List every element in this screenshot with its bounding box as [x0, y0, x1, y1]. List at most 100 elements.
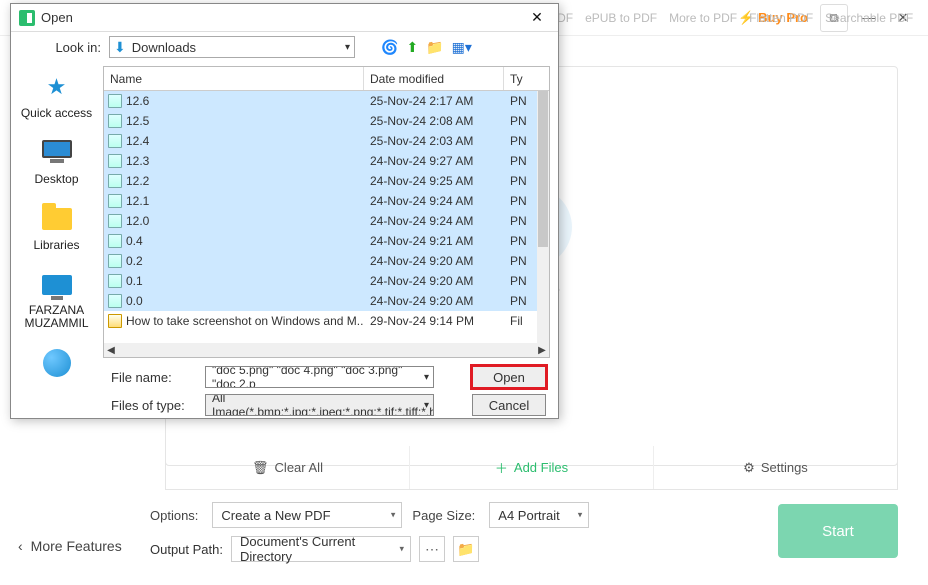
file-row[interactable]: 12.224-Nov-24 9:25 AMPN: [104, 171, 537, 191]
file-type: PN: [504, 254, 537, 268]
file-date: 25-Nov-24 2:17 AM: [364, 94, 504, 108]
file-name: 12.2: [126, 174, 149, 188]
image-file-icon: [108, 114, 122, 128]
pc-icon: [42, 275, 72, 295]
options-label: Options:: [150, 508, 198, 523]
file-name: 0.0: [126, 294, 143, 308]
output-path-select[interactable]: Document's Current Directory▾: [231, 536, 411, 562]
file-name: How to take screenshot on Windows and M.…: [126, 314, 364, 328]
plus-icon: ＋: [495, 458, 508, 477]
file-name: 12.6: [126, 94, 149, 108]
scroll-left-arrow-icon[interactable]: ◀: [104, 345, 118, 356]
open-button[interactable]: Open: [472, 366, 546, 388]
horizontal-scrollbar[interactable]: ◀ ▶: [104, 343, 549, 357]
filename-input[interactable]: "doc 5.png" "doc 4.png" "doc 3.png" "doc…: [205, 366, 434, 388]
file-type: PN: [504, 214, 537, 228]
clear-all-tab[interactable]: 🗑 Clear All: [166, 446, 410, 489]
libraries-icon: [42, 208, 72, 230]
chevron-left-icon: ‹: [18, 538, 23, 554]
html-file-icon: [108, 314, 122, 328]
back-icon[interactable]: 🌀: [381, 39, 398, 56]
scroll-right-arrow-icon[interactable]: ▶: [535, 345, 549, 356]
file-row[interactable]: 12.124-Nov-24 9:24 AMPN: [104, 191, 537, 211]
lookin-label: Look in:: [21, 40, 101, 55]
file-date: 24-Nov-24 9:20 AM: [364, 274, 504, 288]
add-files-tab[interactable]: ＋ Add Files: [410, 446, 654, 489]
file-list[interactable]: 12.625-Nov-24 2:17 AMPN12.525-Nov-24 2:0…: [104, 91, 537, 343]
filetype-label: Files of type:: [111, 398, 195, 413]
file-type: PN: [504, 274, 537, 288]
newfolder-icon[interactable]: 📁: [426, 39, 443, 56]
vertical-scrollbar[interactable]: [537, 91, 549, 343]
lookin-combo[interactable]: ⬇ Downloads ▾: [109, 36, 355, 58]
col-date-header[interactable]: Date modified: [364, 67, 504, 90]
file-row[interactable]: 12.4 25-Nov-24 2:03 AMPN: [104, 131, 537, 151]
image-file-icon: [108, 194, 122, 208]
image-file-icon: [108, 294, 122, 308]
file-row[interactable]: 12.0 24-Nov-24 9:24 AMPN: [104, 211, 537, 231]
file-name: 12.3: [126, 154, 149, 168]
more-features-button[interactable]: ‹ More Features: [18, 538, 122, 554]
file-row[interactable]: 0.2 24-Nov-24 9:20 AMPN: [104, 251, 537, 271]
file-name: 12.5: [126, 114, 149, 128]
create-pdf-select[interactable]: Create a New PDF▾: [212, 502, 402, 528]
place-libraries[interactable]: Libraries: [17, 204, 97, 252]
image-file-icon: [108, 134, 122, 148]
settings-tab[interactable]: ⚙ Settings: [654, 446, 897, 489]
file-row[interactable]: 12.525-Nov-24 2:08 AMPN: [104, 111, 537, 131]
action-tabs: 🗑 Clear All ＋ Add Files ⚙ Settings: [165, 446, 898, 490]
gear-icon: ⚙: [743, 460, 755, 476]
file-name: 12.4: [126, 134, 149, 148]
file-row[interactable]: 0.0 24-Nov-24 9:20 AMPN: [104, 291, 537, 311]
image-file-icon: [108, 254, 122, 268]
app-icon: [19, 10, 35, 26]
image-file-icon: [108, 174, 122, 188]
file-type: PN: [504, 194, 537, 208]
dialog-titlebar[interactable]: Open ✕: [11, 4, 558, 32]
image-file-icon: [108, 94, 122, 108]
file-row[interactable]: 0.124-Nov-24 9:20 AMPN: [104, 271, 537, 291]
dialog-close-button[interactable]: ✕: [524, 7, 550, 29]
scroll-thumb[interactable]: [538, 91, 548, 247]
file-date: 24-Nov-24 9:24 AM: [364, 214, 504, 228]
file-row[interactable]: 0.424-Nov-24 9:21 AMPN: [104, 231, 537, 251]
start-button[interactable]: Start: [778, 504, 898, 558]
desktop-icon: [42, 140, 72, 166]
up-icon[interactable]: ⬆: [406, 39, 418, 56]
file-row[interactable]: 12.625-Nov-24 2:17 AMPN: [104, 91, 537, 111]
col-type-header[interactable]: Ty: [504, 67, 549, 90]
cancel-button[interactable]: Cancel: [472, 394, 546, 416]
file-row[interactable]: 12.324-Nov-24 9:27 AMPN: [104, 151, 537, 171]
place-quick-access[interactable]: ★ Quick access: [17, 72, 97, 120]
filetype-select[interactable]: All Image(*.bmp;*.jpg;*.jpeg;*.png;*.tif…: [205, 394, 434, 416]
file-date: 24-Nov-24 9:20 AM: [364, 254, 504, 268]
more-button[interactable]: ⋯: [419, 536, 445, 562]
folder-button[interactable]: 📁: [453, 536, 479, 562]
file-date: 24-Nov-24 9:21 AM: [364, 234, 504, 248]
file-date: 25-Nov-24 2:03 AM: [364, 134, 504, 148]
image-file-icon: [108, 274, 122, 288]
image-file-icon: [108, 154, 122, 168]
place-network[interactable]: [17, 348, 97, 378]
downloads-icon: ⬇: [114, 39, 126, 56]
place-desktop[interactable]: Desktop: [17, 138, 97, 186]
file-name: 12.0: [126, 214, 149, 228]
file-name: 12.1: [126, 194, 149, 208]
dialog-title: Open: [41, 10, 73, 25]
col-name-header[interactable]: Name: [104, 67, 364, 90]
file-name: 0.2: [126, 254, 143, 268]
filename-label: File name:: [111, 370, 195, 385]
file-row[interactable]: How to take screenshot on Windows and M.…: [104, 311, 537, 331]
file-type: PN: [504, 294, 537, 308]
star-icon: ★: [39, 72, 75, 102]
file-date: 24-Nov-24 9:20 AM: [364, 294, 504, 308]
pagesize-select[interactable]: A4 Portrait▾: [489, 502, 589, 528]
file-date: 24-Nov-24 9:25 AM: [364, 174, 504, 188]
place-user[interactable]: FARZANA MUZAMMIL: [17, 270, 97, 330]
file-type: PN: [504, 114, 537, 128]
places-bar: ★ Quick access Desktop Libraries FARZANA…: [11, 62, 103, 362]
output-label: Output Path:: [150, 542, 223, 557]
file-list-pane: Name Date modified Ty 12.6 25-Nov-24 2:17…: [103, 66, 550, 358]
file-type: PN: [504, 134, 537, 148]
view-menu-icon[interactable]: ▦▾: [452, 39, 472, 56]
